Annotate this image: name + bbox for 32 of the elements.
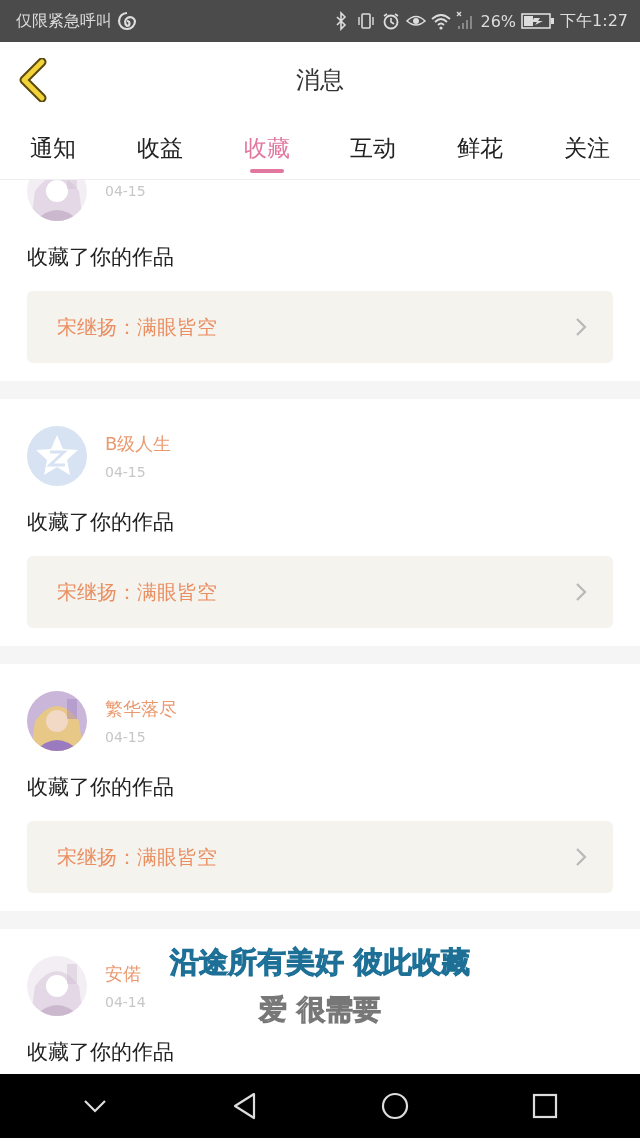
chevron-right-icon <box>575 317 587 337</box>
wifi-icon <box>430 11 451 31</box>
recents-icon[interactable] <box>530 1091 560 1121</box>
page-title: 消息 <box>296 65 344 96</box>
chevron-right-icon <box>575 582 587 602</box>
message-text: 收藏了你的作品 <box>27 510 174 534</box>
user-name: 繁华落尽 <box>105 697 177 721</box>
home-icon[interactable] <box>380 1091 410 1121</box>
message-date: 04-15 <box>105 464 147 480</box>
user-name: B级人生 <box>105 432 172 456</box>
swirl-icon <box>117 11 137 31</box>
message-date: 04-15 <box>105 729 147 745</box>
clock-time: 下午1:27 <box>560 10 628 32</box>
battery-percent: 26% <box>480 11 517 31</box>
vibrate-icon <box>355 11 376 31</box>
tab[interactable]: 通知 <box>0 118 107 179</box>
message-text: 收藏了你的作品 <box>27 775 174 799</box>
battery-icon <box>521 12 556 30</box>
lyric-line: 爱 很需要 <box>259 992 381 1028</box>
lyric-line: 沿途所有美好 彼此收藏 <box>169 944 471 980</box>
message-text: 收藏了你的作品 <box>27 1040 174 1064</box>
tab[interactable]: 互动 <box>320 118 427 179</box>
tab[interactable]: 收益 <box>106 118 214 179</box>
chevron-right-icon <box>575 847 587 867</box>
message-date: 04-14 <box>105 994 146 1010</box>
message-text: 收藏了你的作品 <box>27 245 174 269</box>
message-date: 04-15 <box>105 183 146 199</box>
tab[interactable]: 关注 <box>533 118 640 179</box>
user-name: 安偌 <box>105 962 142 986</box>
carrier-text: 仅限紧急呼叫 <box>16 10 112 32</box>
tab[interactable]: 鲜花 <box>426 118 534 179</box>
star-avatar-icon <box>27 426 87 486</box>
